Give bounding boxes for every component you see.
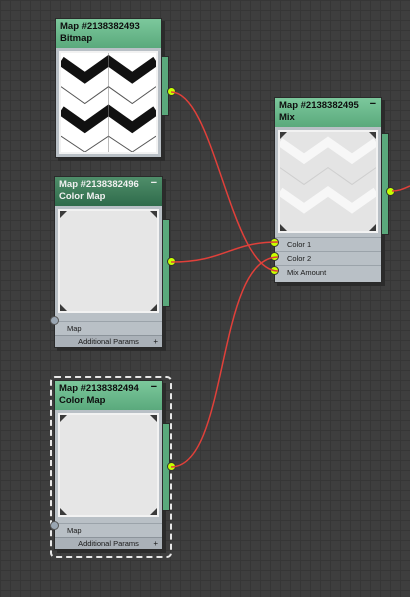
wire-colormap2-to-color2 bbox=[170, 256, 279, 468]
color-map-node-2[interactable]: Map #2138382494 Color Map − Map Addition… bbox=[50, 380, 176, 550]
output-socket[interactable] bbox=[167, 257, 176, 266]
additional-params-label: Additional Params bbox=[78, 539, 139, 548]
output-tab bbox=[162, 56, 169, 116]
node-type: Color Map bbox=[59, 395, 106, 406]
input-label: Mix Amount bbox=[287, 268, 327, 277]
corner-mark bbox=[60, 508, 67, 515]
node-id: Map #2138382496 bbox=[59, 179, 139, 190]
mix-node[interactable]: Map #2138382495 Mix − Color 1 Color 2 Mi… bbox=[270, 97, 395, 283]
corner-mark bbox=[280, 224, 287, 231]
color-map-node-header[interactable]: Map #2138382494 Color Map − bbox=[55, 381, 162, 410]
collapse-button[interactable]: − bbox=[151, 177, 157, 189]
map-input-row: Map bbox=[55, 523, 162, 537]
wire-colormap1-to-color1 bbox=[170, 241, 279, 263]
mix-node-header[interactable]: Map #2138382495 Mix − bbox=[275, 98, 381, 127]
collapse-button[interactable]: − bbox=[370, 98, 376, 110]
color-2-input-socket[interactable] bbox=[270, 252, 279, 261]
map-input-socket[interactable] bbox=[50, 316, 59, 325]
color-1-input-socket[interactable] bbox=[270, 238, 279, 247]
color-map-node-1[interactable]: Map #2138382496 Color Map − Map Addition… bbox=[50, 176, 176, 348]
bitmap-preview bbox=[58, 51, 159, 154]
expand-icon[interactable]: + bbox=[153, 538, 158, 549]
node-id: Map #2138382493 bbox=[60, 21, 140, 32]
additional-params-rollout[interactable]: Additional Params + bbox=[55, 537, 162, 549]
chevron-pattern-image bbox=[58, 53, 159, 153]
expand-icon[interactable]: + bbox=[153, 336, 158, 347]
corner-mark bbox=[150, 415, 157, 422]
map-input-row: Map bbox=[55, 321, 162, 335]
corner-mark bbox=[280, 132, 287, 139]
output-socket[interactable] bbox=[167, 87, 176, 96]
node-type: Color Map bbox=[59, 191, 106, 202]
node-id: Map #2138382495 bbox=[279, 100, 359, 111]
additional-params-rollout[interactable]: Additional Params + bbox=[55, 335, 162, 347]
corner-mark bbox=[369, 132, 376, 139]
map-input-label: Map bbox=[67, 324, 82, 333]
blended-pattern-image bbox=[277, 132, 379, 231]
map-input-label: Map bbox=[67, 526, 82, 535]
map-input-socket[interactable] bbox=[50, 521, 59, 530]
color-2-input-row: Color 2 bbox=[275, 251, 381, 265]
node-type: Mix bbox=[279, 112, 295, 123]
input-label: Color 2 bbox=[287, 254, 312, 263]
corner-mark bbox=[60, 211, 67, 218]
node-id: Map #2138382494 bbox=[59, 383, 139, 394]
output-tab bbox=[382, 133, 389, 235]
wire-bitmap-to-mix-amount bbox=[170, 91, 279, 272]
color-map-preview bbox=[58, 209, 159, 313]
mix-preview bbox=[277, 130, 379, 233]
corner-mark bbox=[150, 508, 157, 515]
bitmap-node-header[interactable]: Map #2138382493 Bitmap bbox=[56, 19, 161, 48]
bitmap-node[interactable]: Map #2138382493 Bitmap bbox=[55, 18, 176, 158]
corner-mark bbox=[60, 304, 67, 311]
additional-params-label: Additional Params bbox=[78, 337, 139, 346]
output-socket[interactable] bbox=[386, 187, 395, 196]
corner-mark bbox=[369, 224, 376, 231]
output-socket[interactable] bbox=[167, 462, 176, 471]
mix-amount-input-socket[interactable] bbox=[270, 266, 279, 275]
corner-mark bbox=[150, 304, 157, 311]
collapse-button[interactable]: − bbox=[151, 381, 157, 393]
input-label: Color 1 bbox=[287, 240, 312, 249]
node-type: Bitmap bbox=[60, 33, 93, 44]
color-1-input-row: Color 1 bbox=[275, 237, 381, 251]
mix-amount-input-row: Mix Amount bbox=[275, 265, 381, 279]
color-map-preview bbox=[58, 413, 159, 517]
color-map-node-header[interactable]: Map #2138382496 Color Map − bbox=[55, 177, 162, 206]
corner-mark bbox=[60, 415, 67, 422]
corner-mark bbox=[150, 211, 157, 218]
